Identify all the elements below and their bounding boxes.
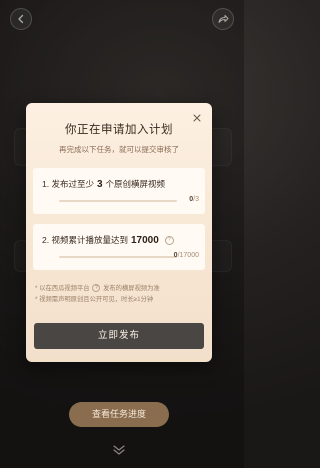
note-text: * 以在西瓜视频平台	[35, 285, 90, 292]
progress-track	[59, 256, 177, 258]
task-target: 3	[96, 178, 103, 190]
progress-total: /3	[193, 196, 199, 203]
dialog-title: 你正在申请加入计划	[65, 124, 173, 136]
task-card-views: 2. 视频累计播放量达到 17000 ? 0/17000	[33, 224, 205, 270]
progress-total: /17000	[177, 252, 199, 259]
rules-notes: * 以在西瓜视频平台 ? 发布的横屏视频为准 * 视频需声明原创且公开可见，时长…	[35, 283, 160, 305]
publish-now-button[interactable]: 立即发布	[34, 323, 204, 349]
task-prefix: 2. 视频累计播放量达到	[42, 235, 128, 245]
task-card-videos: 1. 发布过至少 3 个原创横屏视频 0/3	[33, 168, 205, 214]
question-circle-icon[interactable]: ?	[164, 235, 174, 245]
dialog-subtitle: 再完成以下任务，就可以提交审核了	[59, 145, 179, 154]
progress-count: 0/17000	[174, 252, 199, 259]
question-circle-icon[interactable]: ?	[92, 284, 101, 293]
note-text: 发布的横屏视频为准	[103, 285, 160, 292]
note-line: * 以在西瓜视频平台 ? 发布的横屏视频为准	[35, 283, 160, 294]
task-label: 1. 发布过至少 3 个原创横屏视频	[42, 178, 165, 190]
progress-count: 0/3	[189, 196, 199, 203]
double-chevron-down-icon[interactable]	[112, 444, 126, 456]
view-task-progress-button[interactable]: 查看任务进度	[69, 402, 169, 427]
join-plan-dialog: 你正在申请加入计划 再完成以下任务，就可以提交审核了 1. 发布过至少 3 个原…	[26, 103, 212, 362]
task-label: 2. 视频累计播放量达到 17000 ?	[42, 234, 174, 246]
progress-track	[59, 200, 177, 202]
task-prefix: 1. 发布过至少	[42, 179, 94, 189]
note-line: * 视频需声明原创且公开可见，时长≥1分钟	[35, 296, 154, 303]
task-suffix: 个原创横屏视频	[105, 179, 166, 189]
task-target: 17000	[130, 234, 159, 246]
